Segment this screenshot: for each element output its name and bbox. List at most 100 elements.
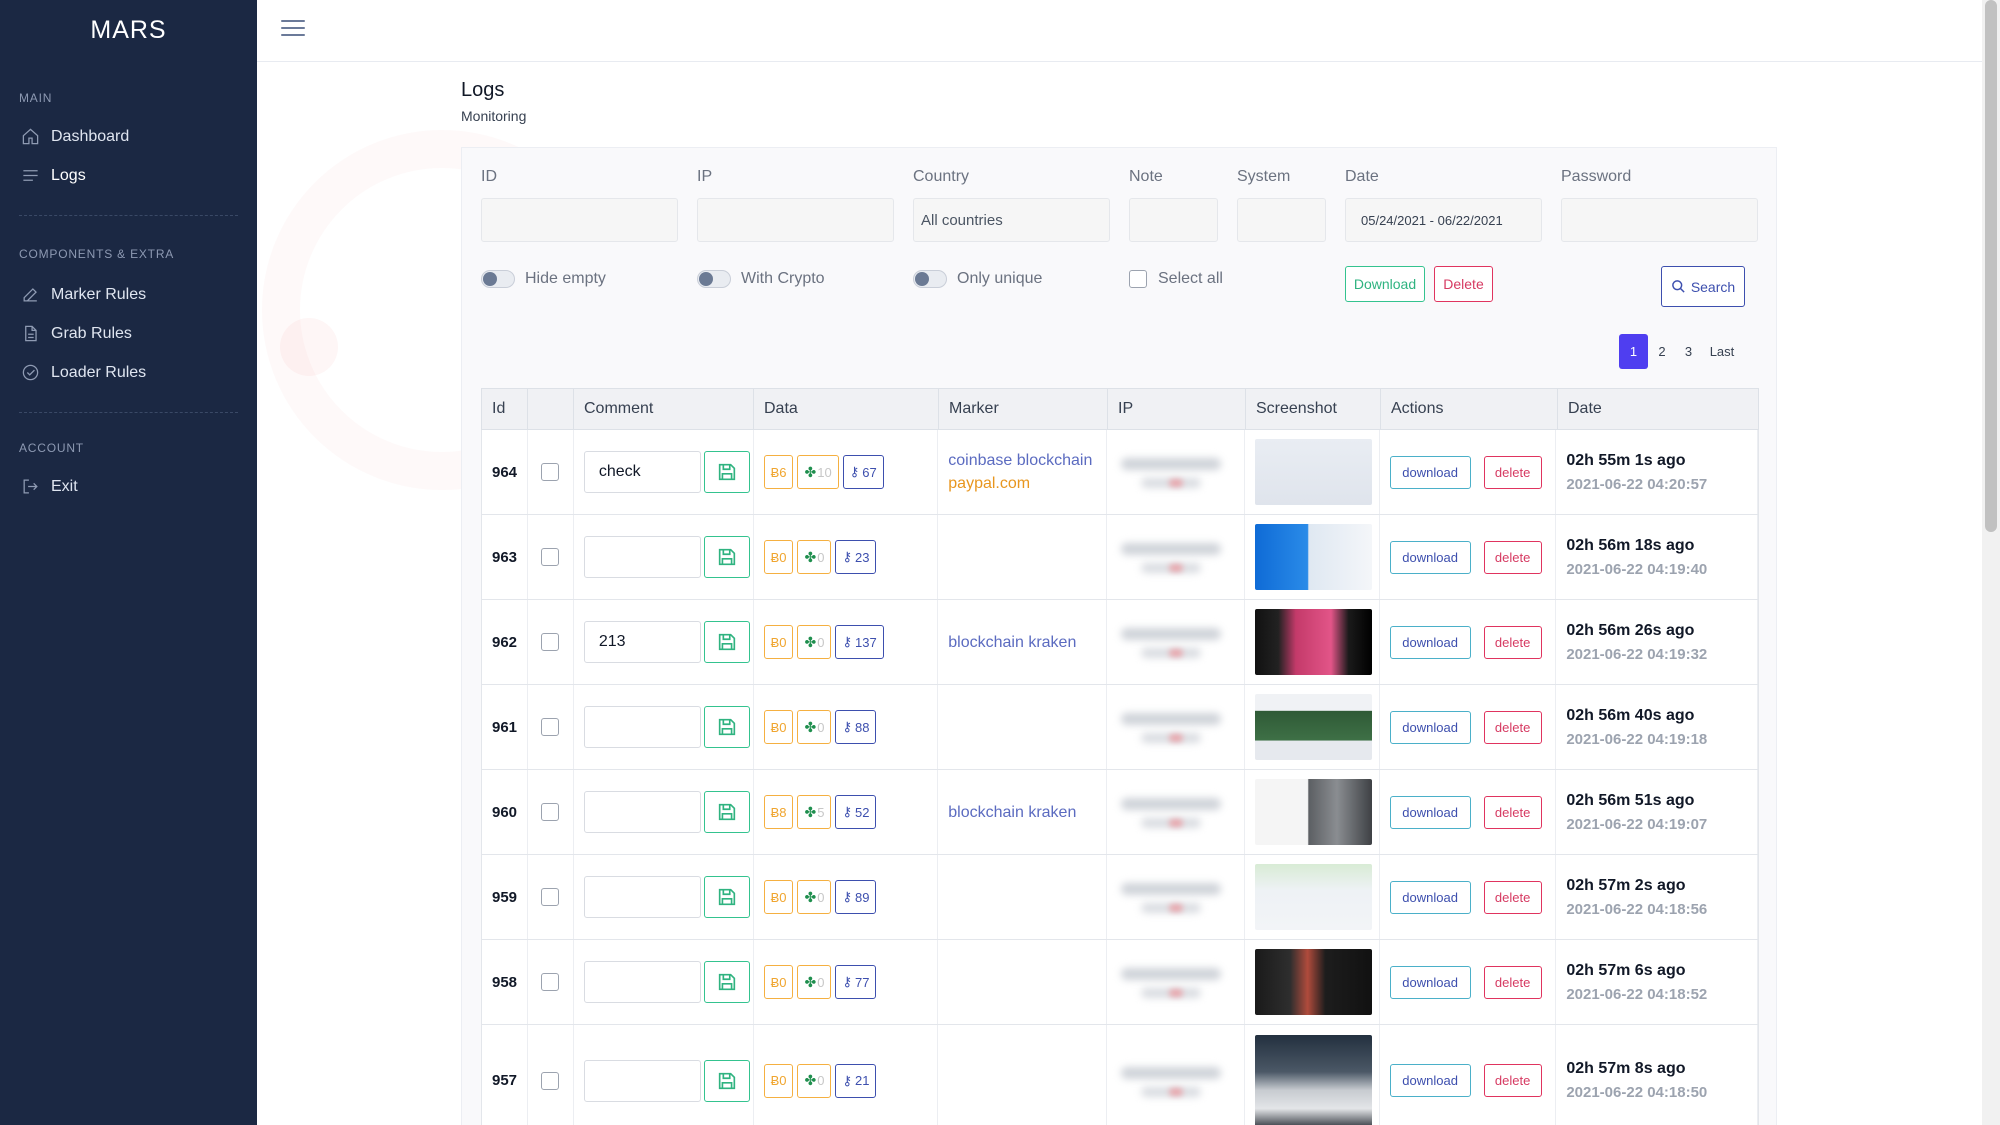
marker-link[interactable]: coinbase blockchain — [948, 449, 1092, 472]
row-checkbox[interactable] — [541, 803, 560, 821]
with-crypto-toggle[interactable]: With Crypto — [697, 270, 825, 288]
row-download-button[interactable]: download — [1389, 540, 1471, 574]
key-badge[interactable]: ⚷ 88 — [835, 710, 877, 744]
comment-input[interactable] — [583, 961, 701, 1003]
col-ip[interactable]: IP — [1108, 389, 1246, 429]
system-input[interactable] — [1237, 198, 1326, 242]
key-badge[interactable]: ⚷ 137 — [835, 625, 884, 659]
screenshot-thumbnail[interactable] — [1254, 779, 1372, 845]
comment-input[interactable] — [583, 1059, 701, 1102]
screenshot-thumbnail[interactable] — [1254, 949, 1372, 1015]
sidebar-item-dashboard[interactable]: Dashboard — [0, 117, 257, 156]
save-comment-button[interactable] — [703, 791, 750, 833]
col-date[interactable]: Date — [1558, 389, 1758, 429]
clover-badge[interactable]: ✤ 0 — [797, 540, 832, 574]
screenshot-thumbnail[interactable] — [1254, 1034, 1372, 1125]
marker-link[interactable]: blockchain kraken — [948, 801, 1076, 824]
col-data[interactable]: Data — [754, 389, 939, 429]
sidebar-item-logs[interactable]: Logs — [0, 156, 257, 195]
password-input[interactable] — [1561, 198, 1758, 242]
comment-input[interactable]: check — [583, 451, 701, 493]
screenshot-thumbnail[interactable] — [1254, 524, 1372, 590]
scrollbar[interactable] — [1982, 0, 2000, 1125]
page-1-button[interactable]: 1 — [1619, 334, 1648, 369]
row-checkbox[interactable] — [541, 1071, 560, 1090]
hide-empty-toggle[interactable]: Hide empty — [481, 270, 606, 288]
col-marker[interactable]: Marker — [939, 389, 1108, 429]
country-select[interactable]: All countries — [913, 198, 1110, 242]
only-unique-toggle[interactable]: Only unique — [913, 270, 1042, 288]
comment-input[interactable]: 213 — [583, 621, 701, 663]
screenshot-thumbnail[interactable] — [1254, 439, 1372, 505]
toggle-switch[interactable] — [913, 270, 947, 288]
col-screenshot[interactable]: Screenshot — [1246, 389, 1381, 429]
brand-logo[interactable]: MARS — [0, 0, 257, 60]
select-all-checkbox[interactable]: Select all — [1129, 270, 1223, 288]
checkbox[interactable] — [1129, 270, 1147, 288]
btc-badge[interactable]: Ƀ0 — [763, 710, 794, 744]
clover-badge[interactable]: ✤ 0 — [797, 880, 832, 914]
save-comment-button[interactable] — [703, 621, 750, 663]
comment-input[interactable] — [583, 876, 701, 918]
row-checkbox[interactable] — [541, 548, 560, 566]
row-download-button[interactable]: download — [1389, 965, 1471, 999]
row-download-button[interactable]: download — [1389, 880, 1471, 914]
save-comment-button[interactable] — [703, 536, 750, 578]
toggle-switch[interactable] — [697, 270, 731, 288]
row-checkbox[interactable] — [541, 888, 560, 906]
ip-input[interactable] — [697, 198, 894, 242]
date-range-input[interactable]: 05/24/2021 - 06/22/2021 — [1345, 198, 1542, 242]
download-button[interactable]: Download — [1345, 266, 1425, 302]
col-id[interactable]: Id — [482, 389, 528, 429]
btc-badge[interactable]: Ƀ0 — [763, 1063, 794, 1098]
sidebar-item-grab-rules[interactable]: Grab Rules — [0, 314, 257, 353]
toggle-switch[interactable] — [481, 270, 515, 288]
page-last-button[interactable]: Last — [1701, 334, 1743, 369]
col-actions[interactable]: Actions — [1381, 389, 1558, 429]
row-delete-button[interactable]: delete — [1483, 710, 1542, 744]
screenshot-thumbnail[interactable] — [1254, 864, 1372, 930]
screenshot-thumbnail[interactable] — [1254, 694, 1372, 760]
key-badge[interactable]: ⚷ 21 — [835, 1063, 877, 1098]
key-badge[interactable]: ⚷ 52 — [835, 795, 877, 829]
row-delete-button[interactable]: delete — [1483, 795, 1542, 829]
btc-badge[interactable]: Ƀ8 — [763, 795, 794, 829]
row-delete-button[interactable]: delete — [1483, 1064, 1542, 1097]
btc-badge[interactable]: Ƀ0 — [763, 965, 794, 999]
sidebar-item-exit[interactable]: Exit — [0, 467, 257, 506]
key-badge[interactable]: ⚷ 89 — [835, 880, 877, 914]
marker-link[interactable]: blockchain kraken — [948, 631, 1076, 654]
row-checkbox[interactable] — [541, 973, 560, 991]
clover-badge[interactable]: ✤ 5 — [797, 795, 832, 829]
menu-toggle-icon[interactable] — [281, 20, 305, 40]
key-badge[interactable]: ⚷ 23 — [835, 540, 877, 574]
save-comment-button[interactable] — [703, 451, 750, 493]
clover-badge[interactable]: ✤ 0 — [797, 965, 832, 999]
screenshot-thumbnail[interactable] — [1254, 609, 1372, 675]
btc-badge[interactable]: Ƀ6 — [763, 455, 794, 489]
row-delete-button[interactable]: delete — [1483, 625, 1542, 659]
sidebar-item-loader-rules[interactable]: Loader Rules — [0, 353, 257, 392]
btc-badge[interactable]: Ƀ0 — [763, 880, 794, 914]
key-badge[interactable]: ⚷ 77 — [835, 965, 877, 999]
row-checkbox[interactable] — [541, 633, 560, 651]
note-input[interactable] — [1129, 198, 1218, 242]
row-download-button[interactable]: download — [1389, 455, 1471, 489]
marker-link[interactable]: paypal.com — [948, 472, 1030, 495]
row-delete-button[interactable]: delete — [1483, 540, 1542, 574]
clover-badge[interactable]: ✤ 0 — [797, 625, 832, 659]
row-download-button[interactable]: download — [1389, 625, 1471, 659]
save-comment-button[interactable] — [703, 706, 750, 748]
comment-input[interactable] — [583, 536, 701, 578]
btc-badge[interactable]: Ƀ0 — [763, 625, 794, 659]
row-delete-button[interactable]: delete — [1483, 880, 1542, 914]
page-3-button[interactable]: 3 — [1676, 334, 1701, 369]
clover-badge[interactable]: ✤ 0 — [797, 1063, 832, 1098]
row-download-button[interactable]: download — [1389, 1064, 1471, 1097]
row-delete-button[interactable]: delete — [1483, 455, 1542, 489]
save-comment-button[interactable] — [703, 876, 750, 918]
key-badge[interactable]: ⚷ 67 — [842, 455, 884, 489]
sidebar-item-marker-rules[interactable]: Marker Rules — [0, 275, 257, 314]
clover-badge[interactable]: ✤ 0 — [797, 710, 832, 744]
comment-input[interactable] — [583, 706, 701, 748]
